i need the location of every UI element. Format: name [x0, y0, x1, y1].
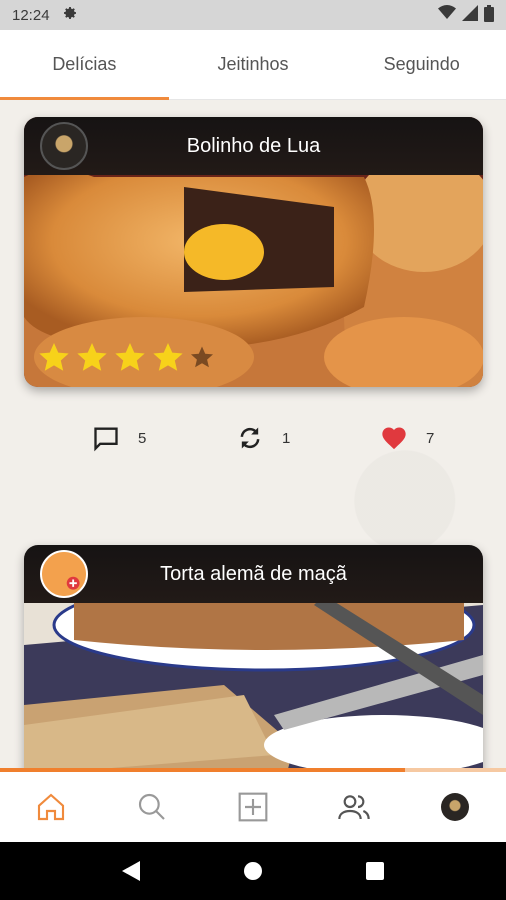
profile-avatar	[441, 793, 470, 821]
recipe-title: Torta alemã de maçã	[160, 562, 347, 585]
heart-icon	[382, 427, 406, 450]
bottom-navigation	[0, 772, 506, 842]
home-icon	[37, 793, 64, 821]
post-actions: 5 1 7	[0, 418, 506, 458]
star-empty-icon	[191, 346, 213, 368]
tab-label: Delícias	[52, 54, 117, 74]
repost-count: 1	[282, 429, 291, 447]
author-avatar[interactable]	[40, 550, 88, 598]
comment-action[interactable]: 5	[92, 424, 146, 452]
home-button[interactable]	[233, 851, 273, 891]
comment-icon	[94, 427, 118, 452]
nav-home[interactable]	[21, 777, 81, 837]
search-icon	[138, 793, 165, 820]
signal-icon	[462, 5, 478, 25]
star-icon	[153, 343, 183, 371]
recents-button[interactable]	[355, 851, 395, 891]
add-icon	[238, 792, 268, 822]
recipe-feed[interactable]: Bolinho de Lua 5 1 7 Torta alemã de maçã	[0, 100, 506, 768]
wifi-icon	[438, 5, 456, 25]
tab-label: Jeitinhos	[217, 54, 289, 74]
recipe-title: Bolinho de Lua	[186, 134, 321, 157]
star-icon	[39, 343, 69, 371]
nav-profile[interactable]	[425, 777, 485, 837]
comment-count: 5	[138, 429, 147, 447]
tab-delicias[interactable]: Delícias	[0, 30, 169, 100]
recipe-card[interactable]: Torta alemã de maçã	[24, 545, 483, 768]
author-avatar[interactable]	[40, 122, 88, 170]
star-icon	[115, 343, 145, 371]
repost-icon	[240, 427, 260, 449]
star-icon	[77, 343, 107, 371]
circle-icon	[244, 862, 262, 880]
rating-stars	[38, 341, 214, 373]
square-icon	[366, 862, 384, 880]
tab-jeitinhos[interactable]: Jeitinhos	[169, 30, 338, 99]
tab-seguindo[interactable]: Seguindo	[337, 30, 506, 99]
gear-icon	[62, 5, 78, 25]
like-count: 7	[426, 429, 435, 447]
like-action[interactable]: 7	[380, 424, 434, 452]
recipe-title-bar: Torta alemã de maçã	[24, 545, 483, 603]
recipe-card[interactable]: Bolinho de Lua	[24, 117, 483, 387]
repost-action[interactable]: 1	[236, 424, 290, 452]
people-icon	[338, 795, 370, 820]
battery-icon	[484, 4, 494, 26]
nav-people[interactable]	[324, 777, 384, 837]
back-button[interactable]	[111, 851, 151, 891]
tab-label: Seguindo	[383, 54, 460, 74]
system-navigation-bar	[0, 842, 506, 900]
nav-search[interactable]	[122, 777, 182, 837]
status-time: 12:24	[12, 6, 50, 24]
back-icon	[122, 861, 140, 881]
nav-add[interactable]	[223, 777, 283, 837]
recipe-title-bar: Bolinho de Lua	[24, 117, 483, 175]
status-bar: 12:24	[0, 0, 506, 30]
feed-tabs: Delícias Jeitinhos Seguindo	[0, 30, 506, 100]
